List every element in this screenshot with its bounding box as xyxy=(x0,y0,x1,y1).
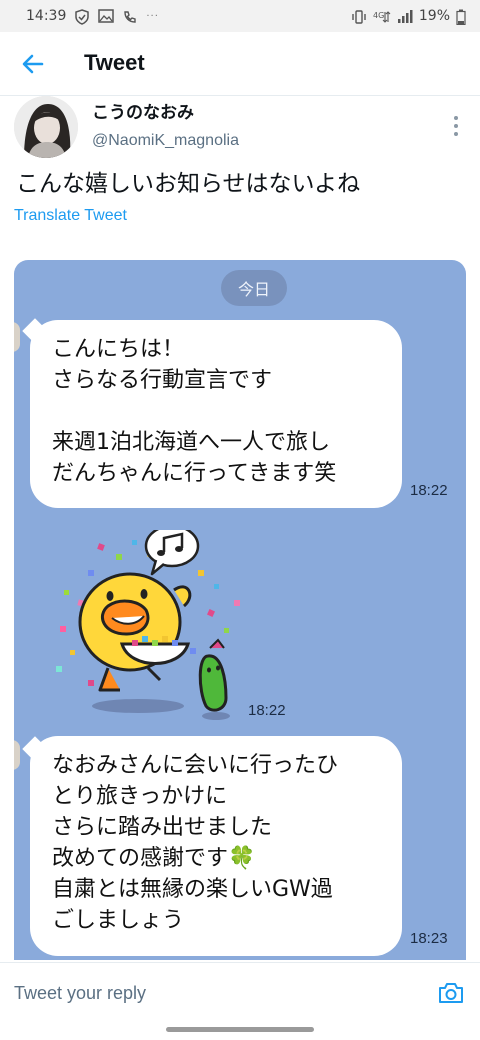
message-time: 18:23 xyxy=(410,930,448,947)
reply-bar: Tweet your reply xyxy=(0,962,480,1022)
shield-check-icon xyxy=(74,9,90,25)
friend-avatar xyxy=(14,740,20,770)
battery-icon xyxy=(456,9,466,26)
battery-percent: 19% xyxy=(418,8,450,24)
reply-input[interactable]: Tweet your reply xyxy=(14,983,146,1004)
status-time: 14:39 xyxy=(26,8,67,24)
image-icon xyxy=(98,9,115,23)
avatar[interactable] xyxy=(14,96,78,158)
message-bubble: こんにちは！ さらなる行動宣言です 来週1泊北海道へ一人で旅し だんちゃんに行っ… xyxy=(30,320,402,508)
top-bar: Tweet xyxy=(0,32,480,96)
duck-sticker xyxy=(48,524,258,720)
camera-icon[interactable] xyxy=(438,981,464,1005)
signal-icon xyxy=(397,9,413,23)
sticker-time: 18:22 xyxy=(248,702,286,719)
message-time: 18:22 xyxy=(410,482,448,499)
friend-avatar xyxy=(14,322,20,352)
network-type: 4G xyxy=(373,11,384,20)
user-handle[interactable]: @NaomiK_magnolia xyxy=(92,132,239,150)
tweet-text: こんな嬉しいお知らせはないよね xyxy=(16,171,361,197)
display-name[interactable]: こうのなおみ xyxy=(92,98,194,123)
translate-tweet-link[interactable]: Translate Tweet xyxy=(14,207,127,225)
page-title: Tweet xyxy=(84,50,145,75)
vibrate-icon xyxy=(351,9,367,24)
gesture-handle[interactable] xyxy=(166,1027,314,1032)
more-vertical-icon[interactable] xyxy=(448,116,464,136)
tweet-media-image[interactable]: 今日 こんにちは！ さらなる行動宣言です 来週1泊北海道へ一人で旅し だんちゃん… xyxy=(14,260,466,960)
wifi-call-icon xyxy=(122,9,138,23)
network-4g-icon: 4G xyxy=(373,9,391,23)
status-overflow: ··· xyxy=(146,10,159,22)
status-bar: 14:39 ··· 4G 19% xyxy=(0,0,480,32)
back-arrow-icon[interactable] xyxy=(20,50,48,78)
date-pill: 今日 xyxy=(221,270,287,306)
message-bubble: なおみさんに会いに行ったひ とり旅きっかけに さらに踏み出せました 改めての感謝… xyxy=(30,736,402,956)
